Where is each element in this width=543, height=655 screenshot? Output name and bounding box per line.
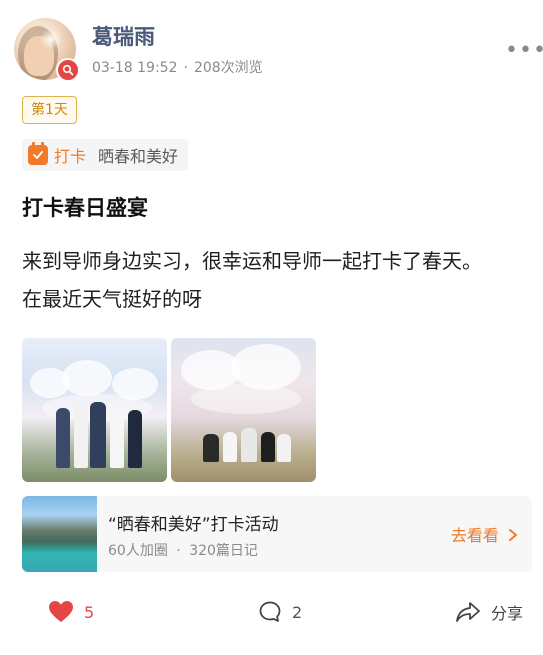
comment-count: 2 [292,602,303,622]
chevron-right-icon [509,529,517,541]
chip-label: 打卡 [54,147,87,166]
more-dots-icon[interactable]: ••• [505,38,543,63]
activity-thumbnail [22,496,97,572]
share-button[interactable]: 分享 [455,600,523,624]
activity-members: 60人加圈 [108,543,168,559]
post-photo-2[interactable] [171,338,316,482]
post-body: 来到导师身边实习，很幸运和导师一起打卡了春天。在最近天气挺好的呀 [22,249,482,311]
go-see-label: 去看看 [450,526,499,545]
checkin-topic-chip[interactable]: 打卡 晒春和美好 [22,139,189,171]
post-photo-1[interactable] [22,338,167,482]
share-arrow-icon [456,602,480,622]
username[interactable]: 葛瑞雨 [92,21,155,51]
comment-bubble-icon [259,601,281,622]
like-button[interactable]: 5 [48,600,94,624]
post-title: 打卡春日盛宴 [22,196,148,220]
post-date: 03-18 19:52 [92,60,178,76]
activity-diaries: 320篇日记 [189,543,258,559]
calendar-check-icon [28,142,48,165]
comment-button[interactable]: 2 [258,600,302,624]
avatar-badge-search-icon [56,58,80,82]
activity-separator: · [176,543,181,559]
view-count: 208次浏览 [193,60,263,76]
post-meta: 03-18 19:52 · 208次浏览 [92,57,263,77]
chip-topic: 晒春和美好 [98,147,179,166]
day-tag: 第1天 [22,96,77,124]
activity-title: “晒春和美好”打卡活动 [108,515,279,535]
like-count: 5 [84,602,95,622]
meta-separator: · [183,60,188,76]
activity-stats: 60人加圈 · 320篇日记 [108,540,258,560]
share-label: 分享 [491,604,524,623]
heart-icon [49,601,73,622]
activity-card[interactable]: “晒春和美好”打卡活动 60人加圈 · 320篇日记 去看看 [22,496,532,572]
go-see-link[interactable]: 去看看 [451,522,518,546]
